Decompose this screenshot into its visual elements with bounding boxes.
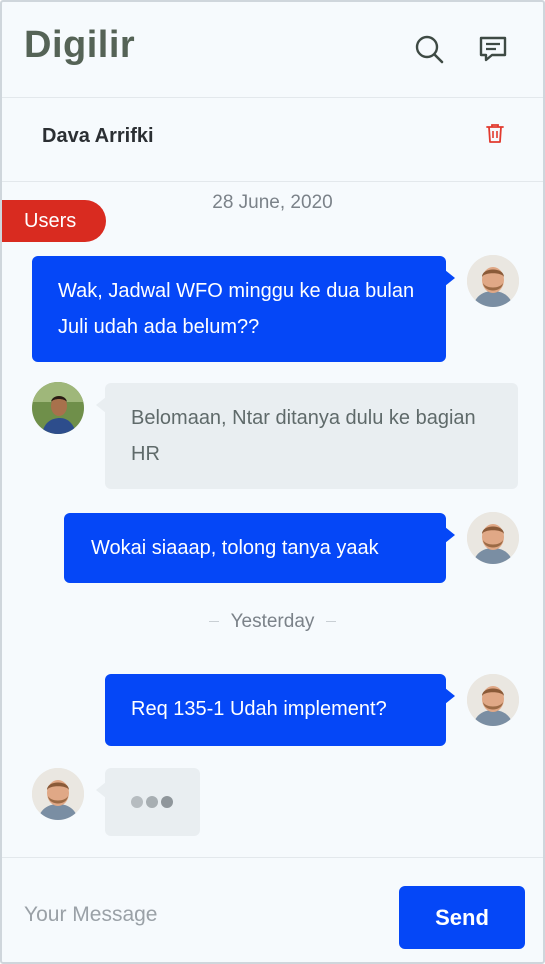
- avatar: [32, 382, 84, 434]
- typing-indicator-bubble: [96, 768, 200, 836]
- contact-name: Dava Arrifki: [42, 125, 154, 147]
- avatar: [467, 674, 519, 726]
- date-separator: Yesterday: [2, 611, 543, 633]
- chat-icon[interactable]: [476, 32, 510, 66]
- outgoing-message: Wak, Jadwal WFO minggu ke dua bulan Juli…: [32, 256, 455, 362]
- message-input[interactable]: [24, 898, 384, 932]
- send-button[interactable]: Send: [399, 886, 525, 949]
- typing-dots-icon: [131, 796, 175, 808]
- app-title: Digilir: [24, 24, 136, 66]
- avatar: [32, 768, 84, 820]
- incoming-message: Belomaan, Ntar ditanya dulu ke bagian HR: [96, 383, 518, 489]
- date-label: Yesterday: [230, 611, 315, 632]
- message-composer: Send: [2, 857, 543, 962]
- users-tag[interactable]: Users: [2, 200, 106, 242]
- search-icon[interactable]: [412, 32, 446, 66]
- outgoing-message: Req 135-1 Udah implement?: [105, 674, 455, 746]
- date-label: 28 June, 2020: [212, 192, 333, 213]
- avatar: [467, 512, 519, 564]
- outgoing-message: Wokai siaaap, tolong tanya yaak: [64, 513, 455, 583]
- trash-icon[interactable]: [484, 122, 506, 144]
- avatar: [467, 255, 519, 307]
- contact-bar: Dava Arrifki: [2, 98, 543, 182]
- divider: [326, 621, 337, 623]
- divider: [208, 621, 219, 623]
- chat-window: Digilir Dava Arrifki 28 June, 2020 Users…: [0, 0, 545, 964]
- app-header: Digilir: [2, 2, 543, 98]
